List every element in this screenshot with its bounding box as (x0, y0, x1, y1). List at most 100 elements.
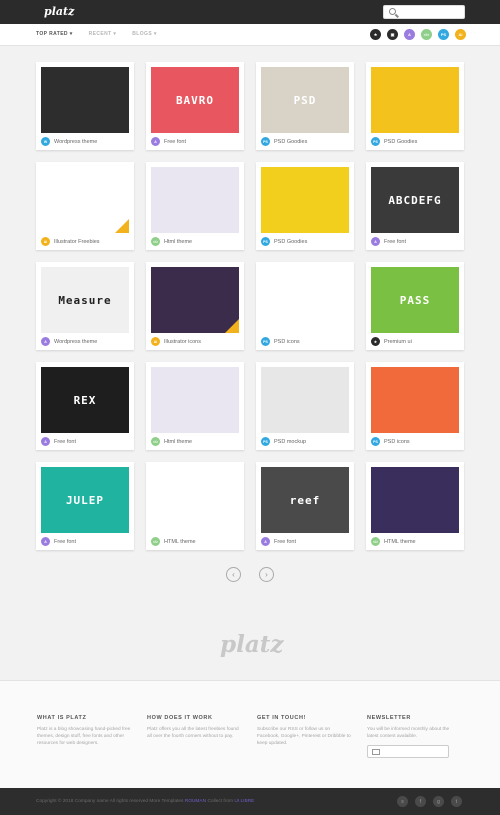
item-thumbnail[interactable] (151, 167, 239, 233)
item-caption: A Free font (151, 137, 186, 146)
footer-how-text: Platz offers you all the latest freebies… (147, 727, 239, 739)
item-card[interactable]: Measure A Wordpress theme (36, 262, 134, 350)
item-thumbnail[interactable] (151, 267, 239, 333)
footer-touch-title: GET IN TOUCH! (257, 715, 306, 721)
thumbnail-text: REX (73, 393, 97, 407)
category-fonts-icon[interactable]: A (404, 29, 415, 40)
item-thumbnail[interactable] (151, 467, 239, 533)
social-f-icon[interactable]: f (415, 796, 426, 807)
social-g-icon[interactable]: g (433, 796, 444, 807)
item-caption: ★ Premium ui (371, 337, 412, 346)
item-card[interactable]: JULEP A Free font (36, 462, 134, 550)
item-thumbnail[interactable]: PASS (371, 267, 459, 333)
category-badge-icon: W (41, 137, 50, 146)
item-card[interactable]: Ai Illustrator Freebies (36, 162, 134, 250)
item-thumbnail[interactable] (151, 367, 239, 433)
item-label[interactable]: Illustrator Freebies (54, 239, 100, 245)
newsletter-email-input[interactable] (367, 745, 449, 758)
footer-logo: platz (220, 631, 284, 658)
item-thumbnail[interactable]: PSD (261, 67, 349, 133)
filter-blogs[interactable]: BLOGS ▾ (132, 31, 156, 37)
item-label[interactable]: Free font (54, 539, 76, 545)
item-label[interactable]: Premium ui (384, 339, 412, 345)
logo[interactable]: platz (44, 5, 74, 18)
social-t-icon[interactable]: t (451, 796, 462, 807)
item-thumbnail[interactable] (41, 167, 129, 233)
category-all-icon[interactable]: ★ (370, 29, 381, 40)
item-card[interactable]: </> Html theme (146, 162, 244, 250)
item-label[interactable]: Free font (274, 539, 296, 545)
item-card[interactable]: ABCDEFG A Free font (366, 162, 464, 250)
item-card[interactable]: </> HTML theme (366, 462, 464, 550)
item-card[interactable]: </> Html theme (146, 362, 244, 450)
filter-recent[interactable]: RECENT ▾ (89, 31, 117, 37)
item-label[interactable]: PSD icons (384, 439, 410, 445)
item-label[interactable]: Wordpress theme (54, 139, 97, 145)
item-card[interactable]: W Wordpress theme (36, 62, 134, 150)
item-card[interactable]: PS PSD mockup (256, 362, 354, 450)
item-label[interactable]: Wordpress theme (54, 339, 97, 345)
item-label[interactable]: Free font (54, 439, 76, 445)
item-card[interactable]: PS PSD icons (256, 262, 354, 350)
category-badge-icon: A (41, 537, 50, 546)
thumbnail-text: PASS (399, 293, 431, 307)
social-s-icon[interactable]: s (397, 796, 408, 807)
category-badge-icon: </> (151, 537, 160, 546)
item-label[interactable]: PSD Goodies (384, 139, 417, 145)
item-label[interactable]: HTML theme (384, 539, 416, 545)
item-thumbnail[interactable]: reef (261, 467, 349, 533)
item-thumbnail[interactable] (261, 167, 349, 233)
item-caption: </> HTML theme (371, 537, 416, 546)
footer-touch: GET IN TOUCH! Subscribe our RSS or follo… (257, 715, 352, 747)
category-badge-icon: PS (261, 437, 270, 446)
category-illustrator-icon[interactable]: Ai (455, 29, 466, 40)
filter-top-rated[interactable]: TOP RATED ▾ (36, 31, 73, 37)
item-card[interactable]: REX A Free font (36, 362, 134, 450)
item-label[interactable]: Free font (384, 239, 406, 245)
item-card[interactable]: PASS ★ Premium ui (366, 262, 464, 350)
item-thumbnail[interactable]: BAVRO (151, 67, 239, 133)
item-label[interactable]: PSD mockup (274, 439, 306, 445)
item-label[interactable]: Free font (164, 139, 186, 145)
item-thumbnail[interactable] (41, 67, 129, 133)
item-thumbnail[interactable]: JULEP (41, 467, 129, 533)
category-badge-icon: Ai (41, 237, 50, 246)
search-input[interactable] (383, 5, 465, 19)
item-card[interactable]: BAVRO A Free font (146, 62, 244, 150)
prev-page-button[interactable]: ‹ (226, 567, 241, 582)
category-badge-icon: </> (151, 437, 160, 446)
category-html-icon[interactable]: </> (421, 29, 432, 40)
item-thumbnail[interactable] (371, 367, 459, 433)
item-card[interactable]: PS PSD icons (366, 362, 464, 450)
item-label[interactable]: Illustrator icons (164, 339, 201, 345)
item-label[interactable]: HTML theme (164, 539, 196, 545)
item-label[interactable]: PSD icons (274, 339, 300, 345)
item-thumbnail[interactable] (371, 67, 459, 133)
item-label[interactable]: Html theme (164, 439, 192, 445)
item-caption: PS PSD Goodies (261, 237, 307, 246)
item-card[interactable]: PS PSD Goodies (366, 62, 464, 150)
category-icons-icon[interactable]: ▣ (387, 29, 398, 40)
category-badge-icon: A (261, 537, 270, 546)
next-page-button[interactable]: › (259, 567, 274, 582)
copyright-link-rouman[interactable]: ROUMAN (185, 799, 206, 804)
item-label[interactable]: PSD Goodies (274, 239, 307, 245)
item-caption: PS PSD mockup (261, 437, 306, 446)
item-thumbnail[interactable] (261, 367, 349, 433)
item-card[interactable]: PSD PS PSD Goodies (256, 62, 354, 150)
item-thumbnail[interactable] (261, 267, 349, 333)
item-thumbnail[interactable]: ABCDEFG (371, 167, 459, 233)
item-thumbnail[interactable]: Measure (41, 267, 129, 333)
item-card[interactable]: </> HTML theme (146, 462, 244, 550)
copyright-link-uilibre[interactable]: UI LIBRE (234, 799, 254, 804)
category-psd-icon[interactable]: PS (438, 29, 449, 40)
item-card[interactable]: reef A Free font (256, 462, 354, 550)
item-card[interactable]: PS PSD Goodies (256, 162, 354, 250)
item-card[interactable]: Ai Illustrator icons (146, 262, 244, 350)
item-caption: PS PSD Goodies (261, 137, 307, 146)
item-thumbnail[interactable] (371, 467, 459, 533)
item-label[interactable]: PSD Goodies (274, 139, 307, 145)
item-label[interactable]: Html theme (164, 239, 192, 245)
category-badge-icon: PS (371, 437, 380, 446)
item-thumbnail[interactable]: REX (41, 367, 129, 433)
